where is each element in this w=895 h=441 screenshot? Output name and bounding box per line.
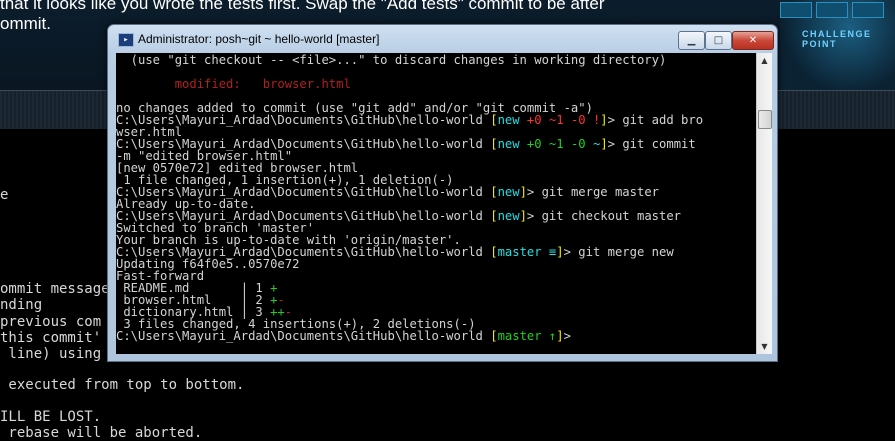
minimize-button[interactable]: ▁ [678, 31, 705, 50]
console-text-segment: > git merge new [563, 245, 674, 259]
console-text-segment: [ [490, 245, 498, 259]
scroll-down-arrow-icon[interactable]: ▼ [757, 339, 772, 354]
vertical-scrollbar[interactable]: ▲ ▼ [756, 53, 772, 354]
console-text-segment: +0 ~1 -0 ! [526, 113, 601, 127]
console-text-segment: > git add bro [607, 113, 704, 127]
editor-line: ommit message [0, 281, 110, 297]
console-text-segment: modified: browser.html [116, 77, 351, 91]
console-text-segment: ] [600, 137, 608, 151]
console-output[interactable]: (use "git checkout -- <file>..." to disc… [116, 53, 756, 354]
challenge-tab[interactable] [780, 2, 812, 18]
console-window[interactable]: ▸ Administrator: posh~git ~ hello-world … [107, 24, 778, 362]
console-line: C:\Users\Mayuri_Ardad\Documents\GitHub\h… [116, 114, 703, 126]
challenge-tabs [780, 2, 884, 18]
powershell-icon[interactable]: ▸ [118, 33, 134, 47]
console-text-segment: +0 ~1 -0 [526, 137, 593, 151]
maximize-button[interactable]: □ [705, 31, 732, 50]
editor-line: nding [0, 297, 43, 313]
background-instruction-line: ommit. [0, 14, 51, 33]
console-text-segment: [ [490, 113, 498, 127]
window-titlebar[interactable]: ▸ Administrator: posh~git ~ hello-world … [108, 25, 777, 53]
console-text-segment: > git commit [607, 137, 696, 151]
console-line: modified: browser.html [116, 78, 351, 90]
console-text-segment: ] [519, 209, 527, 223]
console-line: C:\Users\Mayuri_Ardad\Documents\GitHub\h… [116, 330, 571, 342]
console-text-segment: ] [600, 113, 608, 127]
challenge-tab[interactable] [852, 2, 884, 18]
console-text-segment: ] [519, 185, 527, 199]
console-text-segment: new [497, 137, 527, 151]
console-text-segment: new [497, 185, 520, 199]
scroll-thumb[interactable] [758, 110, 772, 129]
console-text-segment: [ [490, 209, 498, 223]
background-instruction-line: that it looks like you wrote the tests f… [0, 0, 605, 13]
console-text-segment: master ↑ [497, 329, 557, 343]
challenge-tab[interactable] [816, 2, 848, 18]
editor-line: this commit' [0, 330, 102, 346]
close-button[interactable]: ✕ [732, 31, 774, 50]
editor-line: executed from top to bottom. [0, 377, 245, 393]
editor-line: e [0, 187, 9, 203]
editor-line: line) using [0, 346, 102, 362]
console-line: (use "git checkout -- <file>..." to disc… [116, 53, 667, 67]
scroll-up-arrow-icon[interactable]: ▲ [757, 53, 772, 68]
console-text-segment: master ≡ [497, 245, 557, 259]
editor-line: ILL BE LOST. [0, 409, 102, 425]
editor-line: rebase will be aborted. [0, 425, 203, 441]
console-text-segment: > git merge master [526, 185, 659, 199]
console-text-segment: ] [556, 329, 564, 343]
console-text-segment: C:\Users\Mayuri_Ardad\Documents\GitHub\h… [116, 329, 491, 343]
window-title: Administrator: posh~git ~ hello-world [m… [138, 32, 380, 46]
console-text-segment: new [497, 113, 527, 127]
console-text-segment: [ [490, 137, 498, 151]
console-text-segment: ] [556, 245, 564, 259]
console-text-segment: > [563, 329, 571, 343]
console-text-segment: (use "git checkout -- <file>..." to disc… [116, 53, 667, 67]
console-text-segment: > git checkout master [526, 209, 682, 223]
editor-line: previous com [0, 314, 102, 330]
console-text-segment: new [497, 209, 520, 223]
console-text-segment: [ [490, 329, 498, 343]
challenge-points-label: CHALLENGE POINT [802, 29, 872, 49]
console-text-segment: [ [490, 185, 498, 199]
challenge-points-panel: CHALLENGE POINT [780, 0, 895, 90]
